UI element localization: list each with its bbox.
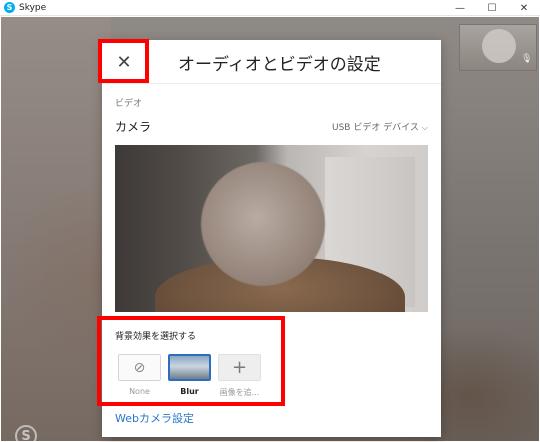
self-video-blurred-face: [482, 29, 516, 63]
dialog-title: オーディオとビデオの設定: [178, 55, 381, 75]
window-titlebar: S Skype — ☐ ✕: [0, 0, 540, 16]
dialog-header: ✕ オーディオとビデオの設定: [102, 40, 441, 84]
mic-muted-icon[interactable]: 🎙: [521, 54, 532, 65]
no-effect-icon[interactable]: ⊘: [118, 354, 161, 381]
webcam-settings-link[interactable]: Webカメラ設定: [115, 410, 194, 426]
effect-none[interactable]: ⊘ None: [118, 354, 161, 404]
minimize-button[interactable]: —: [444, 0, 476, 16]
close-icon[interactable]: ✕: [110, 48, 138, 76]
video-section-label: ビデオ: [115, 99, 143, 109]
effect-blur-label: Blur: [180, 387, 199, 396]
window-close-button[interactable]: ✕: [508, 0, 540, 16]
window-title: Skype: [19, 2, 47, 13]
effect-add-image-label: 画像を追...: [219, 388, 260, 397]
self-video-thumbnail[interactable]: 🎙: [459, 24, 537, 71]
camera-row: カメラ USB ビデオ デバイス ⌵: [115, 118, 428, 136]
blur-thumbnail[interactable]: [168, 354, 211, 381]
camera-label: カメラ: [115, 120, 152, 134]
effect-blur[interactable]: Blur: [168, 354, 211, 404]
camera-device-dropdown[interactable]: USB ビデオ デバイス ⌵: [332, 120, 428, 133]
background-effects-label: 背景効果を選択する: [115, 332, 197, 342]
camera-device-value: USB ビデオ デバイス: [331, 123, 419, 133]
maximize-button[interactable]: ☐: [476, 0, 508, 16]
effect-add-image[interactable]: + 画像を追...: [218, 354, 261, 404]
camera-preview: [115, 145, 428, 312]
chevron-down-icon: ⌵: [421, 123, 428, 132]
plus-icon[interactable]: +: [218, 354, 261, 381]
effect-none-label: None: [129, 387, 150, 396]
window-controls: — ☐ ✕: [444, 0, 540, 16]
preview-blurred-face: [201, 162, 325, 286]
skype-logo-icon: S: [4, 2, 15, 13]
skype-watermark-icon: S: [15, 425, 37, 442]
background-effects-list: ⊘ None Blur + 画像を追...: [118, 354, 268, 404]
audio-video-settings-dialog: ✕ オーディオとビデオの設定 ビデオ カメラ USB ビデオ デバイス ⌵ 背景効…: [102, 40, 441, 437]
